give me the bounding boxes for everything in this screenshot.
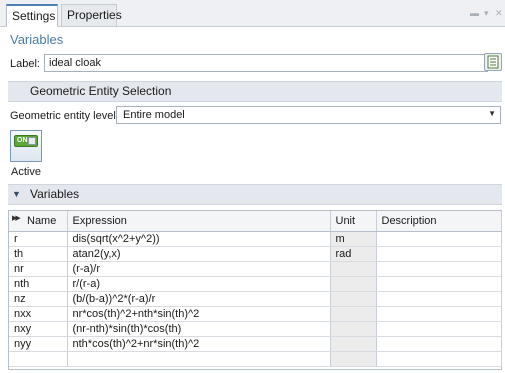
entity-level-select[interactable]: Entire model ▼ bbox=[116, 106, 501, 124]
cell-description[interactable] bbox=[376, 246, 502, 262]
triangle-down-icon: ▼ bbox=[12, 189, 21, 199]
cell-expression[interactable]: atan2(y,x) bbox=[67, 246, 331, 262]
cell-name[interactable]: nyy bbox=[9, 336, 68, 352]
cell-unit[interactable] bbox=[330, 261, 377, 277]
cell-name[interactable]: nxy bbox=[9, 321, 68, 337]
cell-expression[interactable]: (b/(b-a))^2*(r-a)/r bbox=[67, 291, 331, 307]
table-row[interactable]: th atan2(y,x) rad bbox=[9, 246, 502, 262]
tab-bar: Settings Properties ▬ ▾ ✕ bbox=[0, 0, 505, 27]
cell-unit[interactable] bbox=[330, 306, 377, 322]
cell-expression[interactable]: dis(sqrt(x^2+y^2)) bbox=[67, 231, 331, 247]
table-row[interactable]: nxy (nr-nth)*sin(th)*cos(th) bbox=[9, 321, 502, 337]
cell-unit[interactable] bbox=[330, 336, 377, 352]
column-header-unit[interactable]: Unit bbox=[330, 211, 377, 232]
table-row[interactable]: r dis(sqrt(x^2+y^2)) m bbox=[9, 231, 502, 247]
cell-unit[interactable] bbox=[330, 291, 377, 307]
column-header-expression[interactable]: Expression bbox=[67, 211, 331, 232]
variables-group-title: Variables bbox=[30, 187, 80, 201]
cell-description[interactable] bbox=[376, 291, 502, 307]
variables-group-header[interactable]: ▼ Variables bbox=[8, 184, 502, 205]
cell-name[interactable]: nth bbox=[9, 276, 68, 292]
cell-expression[interactable]: nr*cos(th)^2+nth*sin(th)^2 bbox=[67, 306, 331, 322]
close-icon[interactable]: ✕ bbox=[495, 8, 503, 19]
column-header-name-label: Name bbox=[27, 214, 57, 227]
cell-expression[interactable]: (nr-nth)*sin(th)*cos(th) bbox=[67, 321, 331, 337]
cell-name[interactable]: nxx bbox=[9, 306, 68, 322]
cell-description[interactable] bbox=[376, 261, 502, 277]
cell-unit[interactable] bbox=[330, 276, 377, 292]
label-input[interactable] bbox=[44, 54, 488, 72]
active-toggle-button[interactable]: ON bbox=[10, 130, 42, 162]
entity-level-row: Geometric entity level: Entire model ▼ bbox=[10, 106, 502, 126]
cell-description[interactable] bbox=[376, 231, 502, 247]
geometric-entity-selection-header[interactable]: Geometric Entity Selection bbox=[8, 81, 502, 102]
double-chevron-icon[interactable]: ▶▶ bbox=[12, 214, 21, 222]
column-header-description[interactable]: Description bbox=[376, 211, 502, 232]
cell-description[interactable] bbox=[376, 306, 502, 322]
active-label: Active bbox=[11, 166, 41, 178]
label-row: Label: bbox=[10, 54, 500, 74]
minimize-icon[interactable]: ▬ bbox=[470, 8, 479, 18]
geometric-entity-selection-title: Geometric Entity Selection bbox=[30, 84, 172, 98]
cell-name[interactable]: nz bbox=[9, 291, 68, 307]
variables-table: ▶▶ Name Expression Unit Description r dis… bbox=[8, 210, 502, 370]
cell-name[interactable]: th bbox=[9, 246, 68, 262]
cell-unit[interactable] bbox=[330, 321, 377, 337]
cell-unit[interactable] bbox=[330, 351, 377, 367]
table-edit-icon bbox=[487, 55, 499, 69]
table-header-row: ▶▶ Name Expression Unit Description bbox=[9, 211, 502, 232]
cell-description[interactable] bbox=[376, 276, 502, 292]
cell-name[interactable]: nr bbox=[9, 261, 68, 277]
cell-unit[interactable]: m bbox=[330, 231, 377, 247]
cell-expression[interactable]: nth*cos(th)^2+nr*sin(th)^2 bbox=[67, 336, 331, 352]
cell-expression[interactable]: (r-a)/r bbox=[67, 261, 331, 277]
table-row[interactable] bbox=[9, 351, 502, 367]
entity-level-value: Entire model bbox=[123, 109, 185, 121]
section-title: Variables bbox=[10, 32, 64, 47]
table-row[interactable]: nr (r-a)/r bbox=[9, 261, 502, 277]
cell-description[interactable] bbox=[376, 336, 502, 352]
toggle-state-text: ON bbox=[17, 137, 28, 144]
table-row[interactable]: nxx nr*cos(th)^2+nth*sin(th)^2 bbox=[9, 306, 502, 322]
column-header-name[interactable]: ▶▶ Name bbox=[9, 211, 68, 232]
cell-expression[interactable]: r/(r-a) bbox=[67, 276, 331, 292]
table-row[interactable]: nyy nth*cos(th)^2+nr*sin(th)^2 bbox=[9, 336, 502, 352]
toggle-switch-icon: ON bbox=[14, 135, 38, 147]
table-row[interactable]: nth r/(r-a) bbox=[9, 276, 502, 292]
cell-description[interactable] bbox=[376, 321, 502, 337]
label-edit-button[interactable] bbox=[484, 53, 502, 71]
cell-unit[interactable]: rad bbox=[330, 246, 377, 262]
table-row[interactable]: nz (b/(b-a))^2*(r-a)/r bbox=[9, 291, 502, 307]
tab-settings[interactable]: Settings bbox=[6, 4, 58, 27]
entity-level-caption: Geometric entity level: bbox=[10, 110, 119, 122]
tab-properties[interactable]: Properties bbox=[61, 4, 122, 27]
toggle-knob bbox=[28, 137, 36, 145]
pin-icon[interactable]: ▾ bbox=[484, 8, 489, 19]
cell-description[interactable] bbox=[376, 351, 502, 367]
chevron-down-icon: ▼ bbox=[488, 109, 496, 118]
cell-name[interactable]: r bbox=[9, 231, 68, 247]
cell-name[interactable] bbox=[9, 351, 68, 367]
cell-expression[interactable] bbox=[67, 351, 331, 367]
label-caption: Label: bbox=[10, 58, 40, 70]
